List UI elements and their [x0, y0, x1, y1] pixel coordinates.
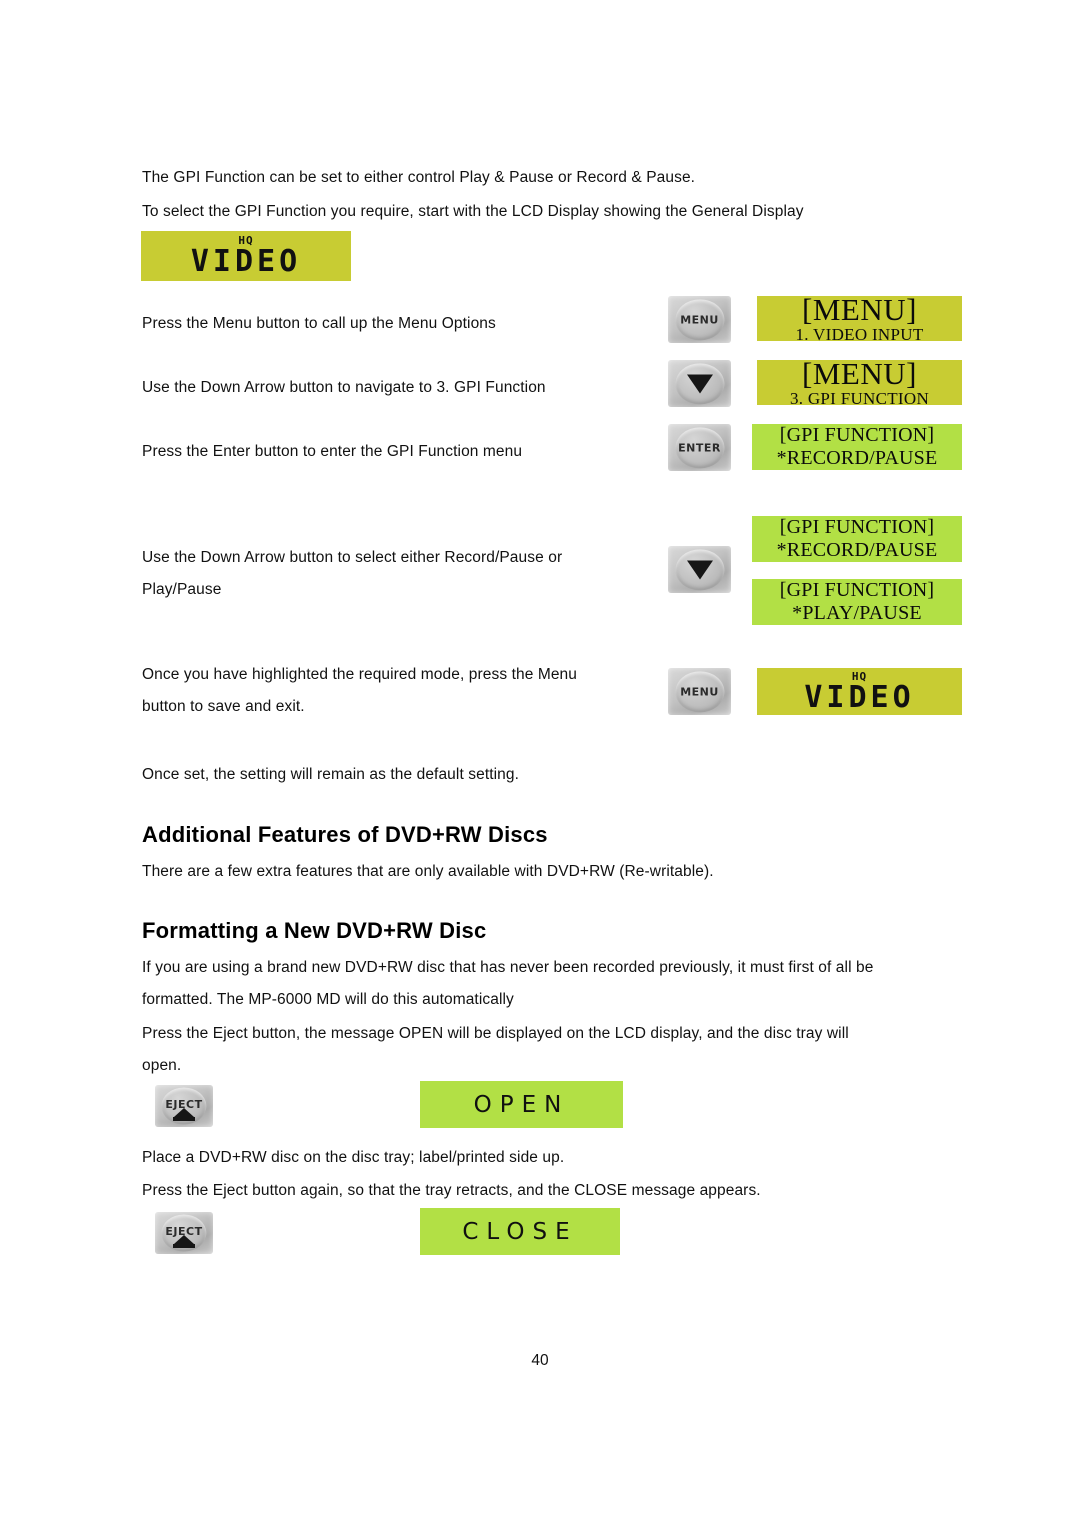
- paragraph-intro-1: The GPI Function can be set to either co…: [142, 169, 696, 186]
- lcd-display-video-top: HQ VIDEO: [141, 231, 351, 281]
- heading-additional-features: Additional Features of DVD+RW Discs: [142, 822, 548, 847]
- menu-button-label: MENU: [680, 685, 719, 698]
- lcd-line-2: *RECORD/PAUSE: [776, 538, 938, 561]
- chevron-down-icon: [686, 374, 713, 394]
- lcd-display-gpi-record-pause-1: [GPI FUNCTION] *RECORD/PAUSE: [752, 424, 962, 470]
- page-number: 40: [531, 1352, 549, 1369]
- lcd-line-1: [GPI FUNCTION]: [779, 515, 935, 538]
- lcd-line-1: [MENU]: [802, 292, 917, 328]
- paragraph-formatting-body-1: If you are using a brand new DVD+RW disc…: [142, 959, 874, 1008]
- paragraph-step-select-mode: Use the Down Arrow button to select eith…: [142, 549, 563, 598]
- lcd-display-menu-video-input: [MENU] 1. VIDEO INPUT: [757, 292, 962, 344]
- eject-button-1[interactable]: EJECT: [155, 1085, 213, 1127]
- enter-button-label: ENTER: [678, 441, 721, 454]
- menu-button-1[interactable]: MENU: [668, 296, 731, 343]
- lcd-display-menu-gpi-function: [MENU] 3. GPI FUNCTION: [757, 356, 962, 408]
- lcd-line-2: *RECORD/PAUSE: [776, 446, 938, 469]
- eject-icon-bar: [173, 1243, 195, 1248]
- lcd-line-2: 1. VIDEO INPUT: [795, 324, 924, 344]
- paragraph-formatting-body-2: Press the Eject button, the message OPEN…: [142, 1025, 849, 1074]
- heading-formatting-new-disc: Formatting a New DVD+RW Disc: [142, 918, 487, 943]
- lcd-line-2: *PLAY/PAUSE: [792, 601, 922, 624]
- lcd-line-1: [GPI FUNCTION]: [779, 423, 935, 446]
- lcd-line-1: [MENU]: [802, 356, 917, 392]
- lcd-display-open: OPEN: [420, 1081, 623, 1128]
- lcd-video-text: VIDEO: [190, 244, 302, 279]
- enter-button[interactable]: ENTER: [668, 424, 731, 471]
- lcd-display-close: CLOSE: [420, 1208, 620, 1255]
- paragraph-intro-2: To select the GPI Function you require, …: [142, 203, 804, 220]
- lcd-display-gpi-play-pause: [GPI FUNCTION] *PLAY/PAUSE: [752, 579, 962, 625]
- eject-icon: [174, 1108, 194, 1118]
- paragraph-step-down-arrow: Use the Down Arrow button to navigate to…: [142, 379, 546, 396]
- chevron-down-icon: [686, 560, 713, 580]
- eject-icon: [174, 1235, 194, 1245]
- eject-icon-bar: [173, 1116, 195, 1121]
- lcd-line-2: 3. GPI FUNCTION: [789, 388, 930, 408]
- paragraph-place-disc: Place a DVD+RW disc on the disc tray; la…: [142, 1149, 565, 1166]
- menu-button-2[interactable]: MENU: [668, 668, 731, 715]
- lcd-video-text: VIDEO: [804, 679, 915, 715]
- paragraph-additional-body: There are a few extra features that are …: [142, 863, 714, 880]
- paragraph-step-menu: Press the Menu button to call up the Men…: [142, 315, 496, 332]
- menu-button-label: MENU: [680, 313, 719, 326]
- eject-button-2[interactable]: EJECT: [155, 1212, 213, 1254]
- document-page: The GPI Function can be set to either co…: [0, 0, 1080, 1527]
- paragraph-step-enter: Press the Enter button to enter the GPI …: [142, 443, 523, 460]
- paragraph-press-eject-again: Press the Eject button again, so that th…: [142, 1182, 761, 1199]
- lcd-close-text: CLOSE: [462, 1218, 578, 1245]
- lcd-open-text: OPEN: [473, 1091, 570, 1118]
- lcd-line-1: [GPI FUNCTION]: [779, 578, 935, 601]
- down-arrow-button-1[interactable]: [668, 360, 731, 407]
- down-arrow-button-2[interactable]: [668, 546, 731, 593]
- paragraph-step-save-exit: Once you have highlighted the required m…: [142, 666, 578, 715]
- lcd-display-video-bottom: HQ VIDEO: [757, 668, 962, 715]
- lcd-display-gpi-record-pause-2: [GPI FUNCTION] *RECORD/PAUSE: [752, 516, 962, 562]
- paragraph-default-setting: Once set, the setting will remain as the…: [142, 766, 520, 783]
